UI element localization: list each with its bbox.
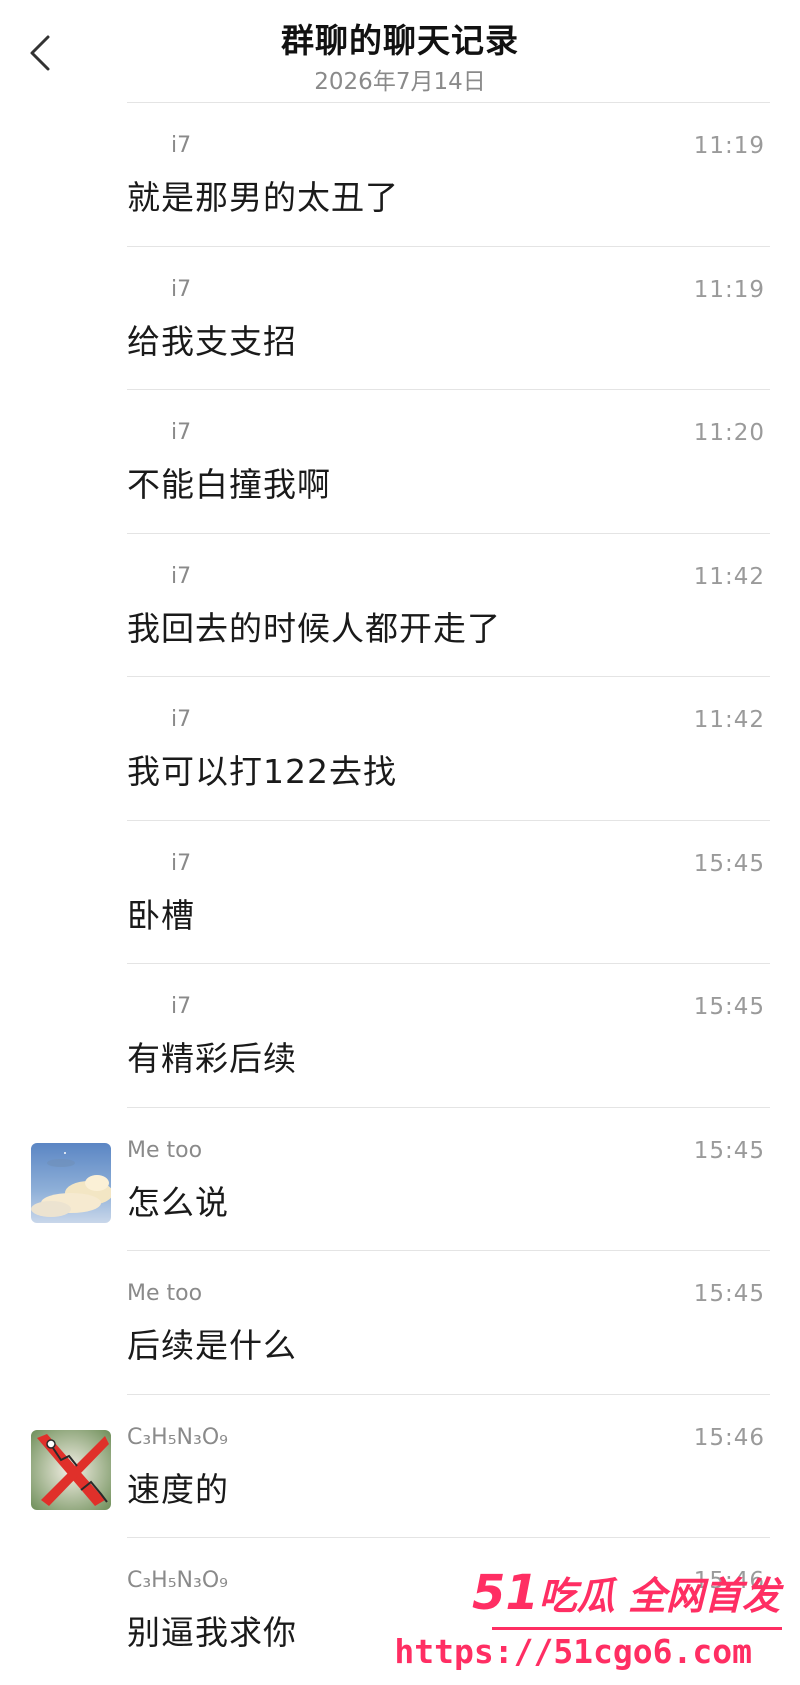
message-sender: Me too [127, 1281, 203, 1306]
message-item[interactable]: C₃H₅N₃O₉ 15:46 别逼我求你 [0, 1538, 800, 1682]
message-item[interactable]: i7 11:20 不能白撞我啊 [0, 390, 800, 534]
message-item[interactable]: i7 15:45 有精彩后续 [0, 964, 800, 1108]
message-list: i7 11:19 就是那男的太丑了 i7 11:19 给我支支招 i7 11:2… [0, 103, 800, 1682]
message-time: 11:19 [693, 276, 765, 303]
message-time: 15:45 [693, 1137, 765, 1164]
message-time: 15:45 [693, 994, 765, 1020]
message-item[interactable]: i7 11:19 给我支支招 [0, 247, 800, 390]
message-text: 不能白撞我啊 [127, 465, 331, 504]
message-text: 就是那男的太丑了 [127, 178, 399, 217]
message-text: 卧槽 [127, 895, 195, 935]
header: 群聊的聊天记录 2026年7月14日 [0, 0, 800, 104]
message-sender: C₃H₅N₃O₉ [127, 1424, 228, 1450]
avatar[interactable] [31, 1429, 111, 1510]
message-text: 有精彩后续 [127, 1039, 297, 1078]
page-title: 群聊的聊天记录 [281, 21, 519, 60]
chat-date: 2026年7月14日 [314, 69, 486, 95]
message-item[interactable]: Me too 15:45 怎么说 [0, 1108, 800, 1251]
avatar[interactable] [31, 1142, 111, 1223]
message-time: 11:42 [693, 563, 765, 590]
message-sender: i7 [171, 850, 192, 876]
message-sender: i7 [171, 133, 192, 158]
message-text: 速度的 [127, 1469, 229, 1509]
message-text: 给我支支招 [127, 321, 297, 361]
message-time: 11:19 [693, 133, 765, 159]
message-time: 15:45 [693, 1281, 765, 1307]
message-sender: i7 [171, 707, 192, 732]
message-text: 怎么说 [127, 1182, 229, 1222]
message-item[interactable]: C₃H₅N₃O₉ 15:46 速度的 [0, 1395, 800, 1538]
message-item[interactable]: i7 15:45 卧槽 [0, 821, 800, 964]
red-x-figure-avatar-image [31, 1429, 111, 1510]
message-time: 15:46 [693, 1568, 765, 1594]
message-text: 我回去的时候人都开走了 [127, 608, 501, 648]
message-sender: Me too [127, 1137, 203, 1163]
message-text: 我可以打122去找 [127, 752, 397, 791]
message-item[interactable]: i7 11:19 就是那男的太丑了 [0, 103, 800, 247]
message-sender: C₃H₅N₃O₉ [127, 1568, 228, 1593]
message-item[interactable]: Me too 15:45 后续是什么 [0, 1251, 800, 1395]
message-time: 11:20 [693, 420, 765, 446]
message-sender: i7 [171, 420, 192, 445]
message-sender: i7 [171, 276, 192, 302]
message-text: 后续是什么 [127, 1326, 297, 1365]
message-sender: i7 [171, 563, 192, 589]
message-time: 15:45 [693, 850, 765, 877]
sky-cloud-avatar-image [31, 1142, 111, 1223]
message-time: 11:42 [693, 707, 765, 733]
message-time: 15:46 [693, 1424, 765, 1451]
message-sender: i7 [171, 994, 192, 1019]
message-item[interactable]: i7 11:42 我回去的时候人都开走了 [0, 534, 800, 677]
message-item[interactable]: i7 11:42 我可以打122去找 [0, 677, 800, 821]
message-text: 别逼我求你 [127, 1613, 297, 1652]
